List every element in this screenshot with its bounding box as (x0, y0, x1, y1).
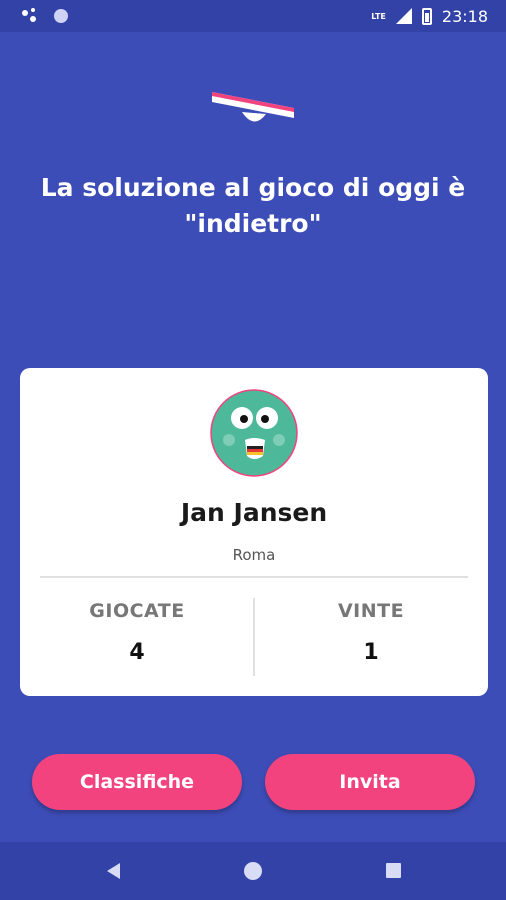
player-city: Roma (232, 546, 276, 564)
status-bar: LTE 23:18 (0, 0, 506, 32)
status-right-icons: LTE 23:18 (371, 7, 488, 26)
stat-played-label: GIOCATE (89, 600, 185, 622)
stat-won: VINTE 1 (254, 600, 488, 665)
stat-played: GIOCATE 4 (20, 600, 254, 665)
status-time: 23:18 (441, 6, 488, 26)
player-name: Jan Jansen (180, 498, 328, 527)
status-left-icons (22, 8, 68, 24)
battery-icon (421, 7, 432, 25)
notification-circle-icon (54, 9, 68, 23)
stat-won-value: 1 (363, 640, 379, 665)
home-icon[interactable] (244, 862, 262, 880)
notification-dots-icon (22, 8, 42, 24)
stat-won-label: VINTE (337, 600, 405, 622)
stat-played-value: 4 (129, 640, 145, 665)
game-solution-text: La soluzione al gioco di oggi è "indietr… (40, 173, 466, 238)
network-type-label: LTE (371, 11, 386, 21)
signal-icon (395, 8, 412, 24)
back-icon[interactable] (105, 862, 123, 880)
navigation-bar (0, 842, 506, 900)
card-divider (40, 576, 468, 578)
rankings-button[interactable]: Classifiche (32, 754, 242, 810)
app-logo-icon (212, 92, 294, 122)
invite-button[interactable]: Invita (265, 754, 475, 810)
recent-apps-icon[interactable] (386, 863, 401, 878)
avatar (210, 389, 298, 477)
player-card: Jan Jansen Roma GIOCATE 4 VINTE 1 (20, 368, 488, 696)
